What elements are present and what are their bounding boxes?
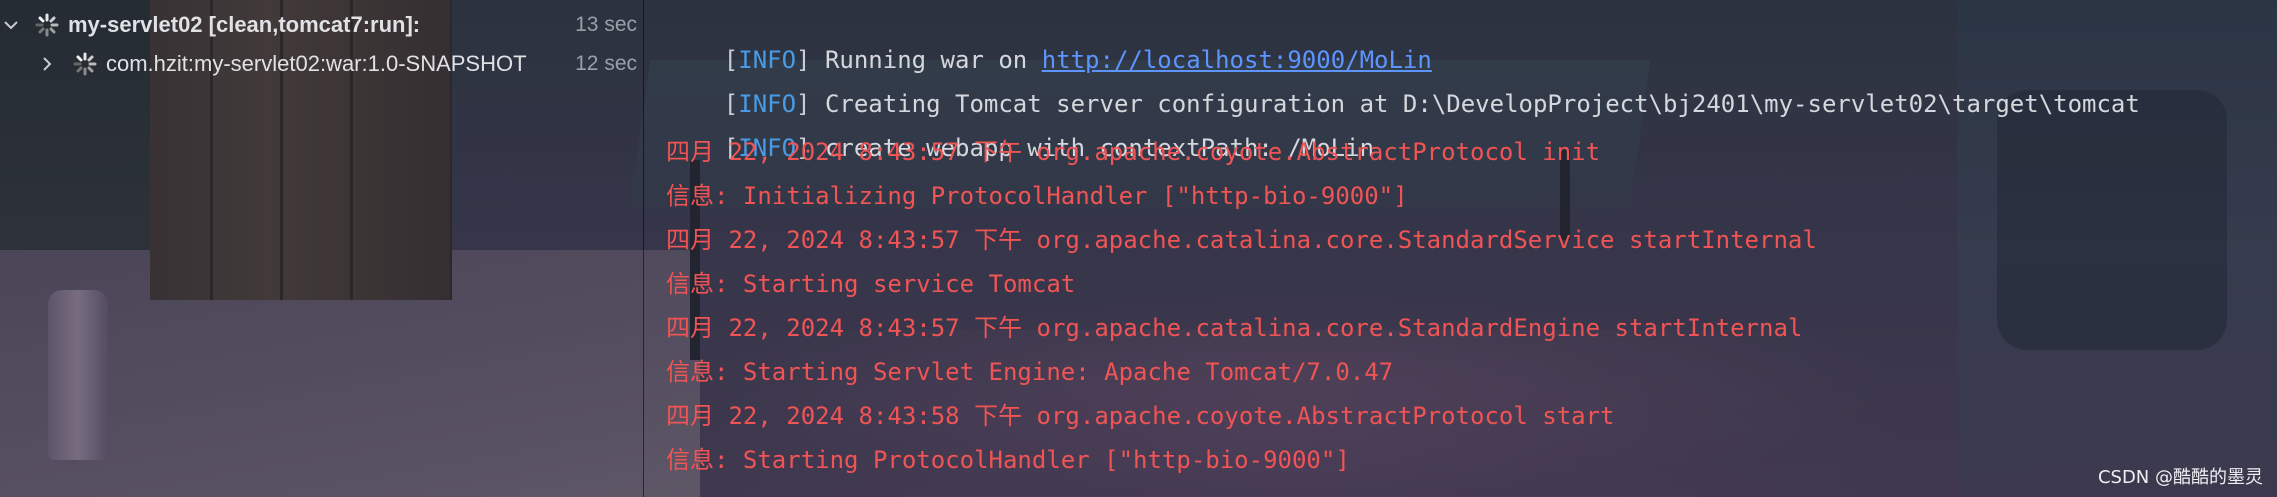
console-stderr-line: 信息: Starting Servlet Engine: Apache Tomc… (666, 358, 1394, 386)
watermark: CSDN @酷酷的墨灵 (2097, 467, 2263, 488)
console-stderr-line: 四月 22, 2024 8:43:57 下午 org.apache.catali… (666, 226, 1817, 254)
console-line: [INFO] Creating Tomcat server configurat… (723, 90, 2140, 118)
chevron-right-icon[interactable] (36, 53, 58, 75)
tree-item-label: com.hzit:my-servlet02:war:1.0-SNAPSHOT (106, 51, 527, 76)
elapsed-time: 13 sec (575, 13, 637, 36)
spinner-icon (34, 12, 60, 38)
console-stderr-line: 信息: Initializing ProtocolHandler ["http-… (666, 182, 1408, 210)
chevron-down-icon[interactable] (0, 14, 22, 36)
console-line: [INFO] Running war on http://localhost:9… (723, 46, 1432, 74)
console-stderr-line: 信息: Starting ProtocolHandler ["http-bio-… (666, 446, 1350, 474)
console-stderr-line: 信息: Starting service Tomcat (666, 270, 1076, 298)
console-stderr-line: 四月 22, 2024 8:43:57 下午 org.apache.catali… (666, 314, 1803, 342)
console-line: [INFO] create webapp with contextPath: /… (723, 134, 1375, 162)
tree-item-label: my-servlet02 [clean,tomcat7:run]: (68, 12, 421, 37)
console-stderr-line: 四月 22, 2024 8:43:57 下午 org.apache.coyote… (666, 138, 1601, 166)
spinner-icon (72, 51, 98, 77)
tree-item-run-config[interactable]: my-servlet02 [clean,tomcat7:run]: 13 sec (0, 5, 643, 45)
console-output[interactable]: [INFO] Running war on http://localhost:9… (644, 0, 2277, 497)
run-tree-panel: my-servlet02 [clean,tomcat7:run]: 13 sec (0, 0, 643, 497)
elapsed-time: 12 sec (575, 52, 637, 75)
tree-item-war-module[interactable]: com.hzit:my-servlet02:war:1.0-SNAPSHOT 1… (0, 44, 643, 84)
console-stderr-line: 四月 22, 2024 8:43:58 下午 org.apache.coyote… (666, 402, 1615, 430)
